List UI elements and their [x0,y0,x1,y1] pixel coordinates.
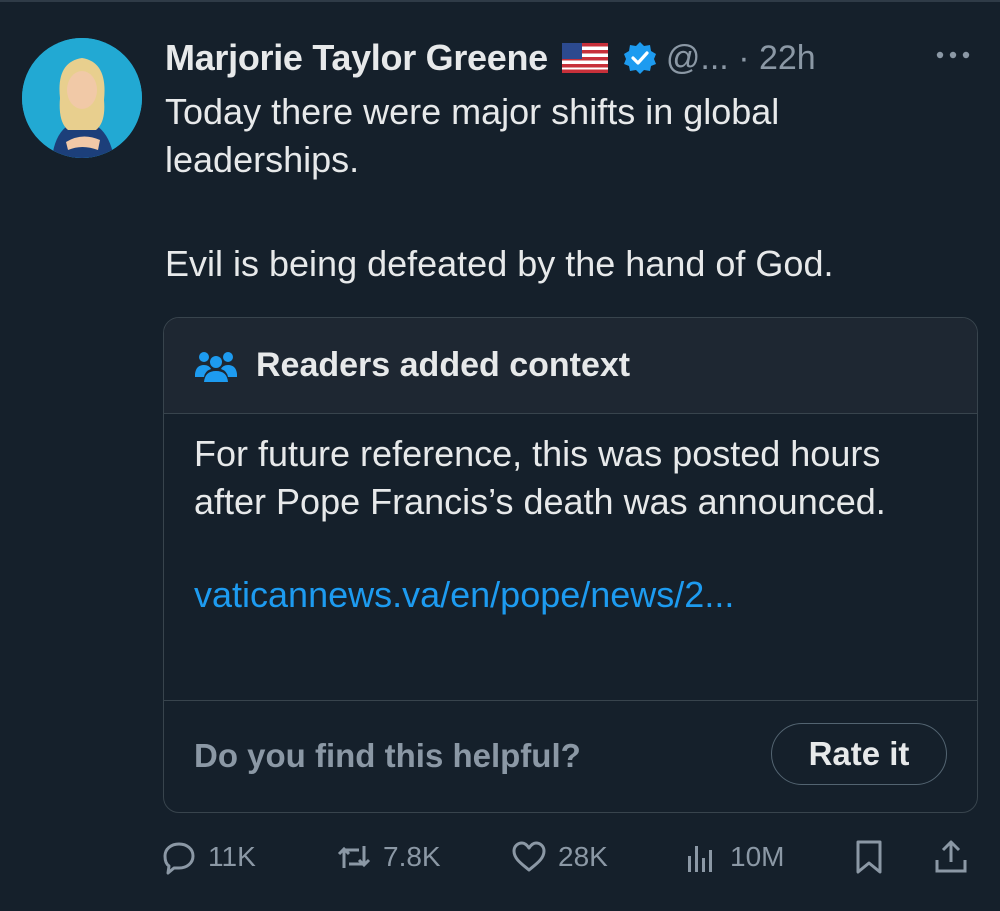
us-flag-icon [561,43,608,73]
tweet-text-line2: Evil is being defeated by the hand of Go… [165,243,834,284]
community-note-footer: Do you find this helpful? Rate it [164,701,977,811]
helpful-question: Do you find this helpful? [194,737,581,774]
avatar[interactable] [22,38,142,158]
bookmark-icon [856,840,882,874]
community-note-header: Readers added context [164,318,977,414]
tweet-text: Today there were major shifts in global … [165,88,965,288]
share-button[interactable] [932,832,970,882]
community-note-text: For future reference, this was posted ho… [194,433,886,522]
action-bar: 11K 7.8K 28K 10M [160,832,975,882]
author-name[interactable]: Marjorie Taylor Greene [165,37,548,79]
share-icon [935,840,967,873]
bookmark-button[interactable] [850,832,888,882]
community-note: Readers added context For future referen… [163,317,978,813]
more-icon[interactable] [928,40,978,70]
heart-icon [512,841,546,872]
like-count: 28K [558,841,608,872]
repost-icon [337,846,371,868]
repost-button[interactable]: 7.8K [335,832,441,882]
views-icon [688,846,712,872]
verified-badge-icon[interactable] [622,40,658,76]
views-button[interactable]: 10M [682,832,784,882]
rate-it-button[interactable]: Rate it [771,723,947,785]
reply-icon [163,842,195,875]
tweet-text-line1: Today there were major shifts in global … [165,91,780,180]
top-divider [0,0,1000,8]
views-count: 10M [730,841,785,872]
reply-button[interactable]: 11K [160,832,256,882]
community-note-link[interactable]: vaticannews.va/en/pope/news/2... [194,574,947,616]
tweet-header: Marjorie Taylor Greene @... · 22h [165,30,816,86]
reply-count: 11K [208,841,256,872]
handle-and-time[interactable]: @... · 22h [666,39,816,78]
community-note-title: Readers added context [256,346,631,384]
people-icon [195,351,237,382]
repost-count: 7.8K [383,841,441,872]
like-button[interactable]: 28K [510,832,608,882]
avatar-image [22,38,142,158]
community-note-body: For future reference, this was posted ho… [164,414,977,701]
